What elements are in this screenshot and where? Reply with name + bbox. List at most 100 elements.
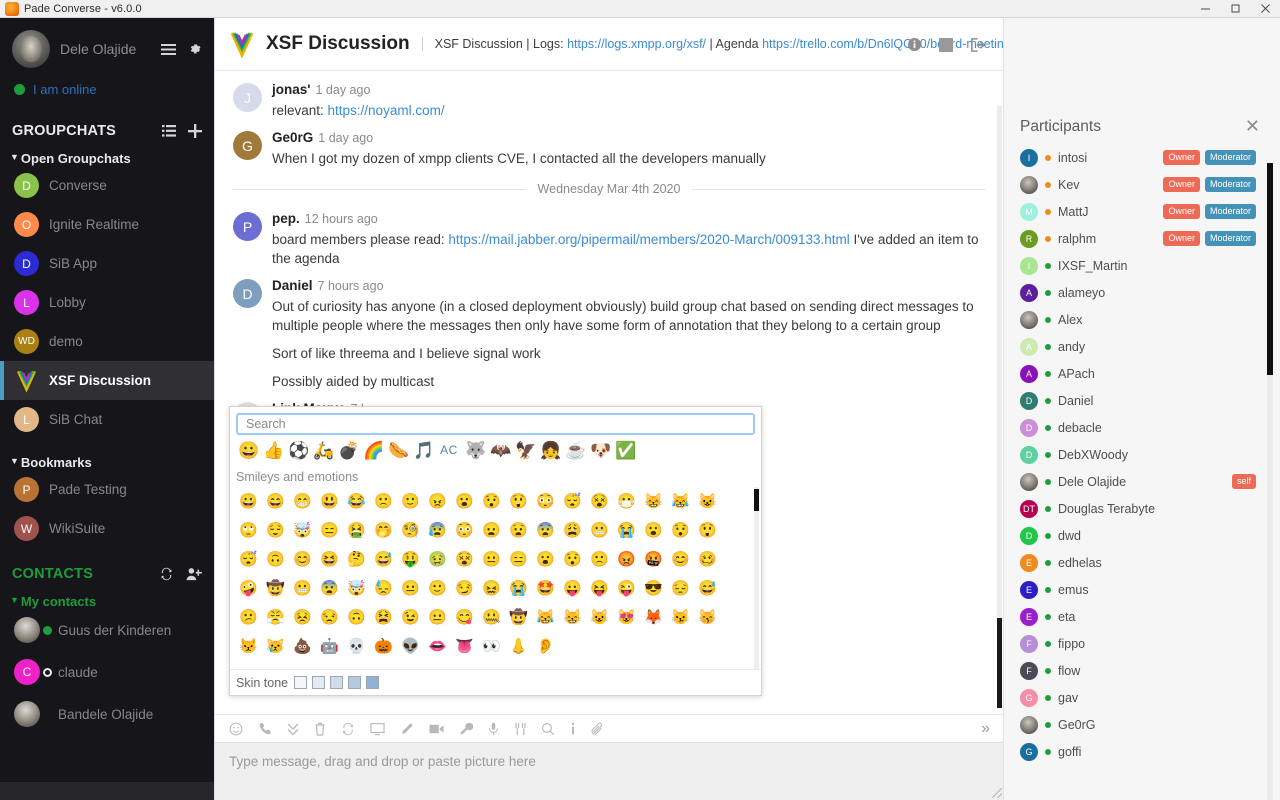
- skin-tone-swatch[interactable]: [294, 676, 308, 689]
- skin-tone-row[interactable]: Skin tone: [230, 669, 761, 695]
- emoji-cell[interactable]: 😯: [559, 545, 586, 574]
- sidebar-item-converse[interactable]: D Converse: [0, 166, 214, 205]
- participant-row[interactable]: DT Douglas Terabyte: [1020, 495, 1280, 522]
- chat-scrollbar[interactable]: [997, 106, 1002, 708]
- emoji-cell[interactable]: 🙃: [343, 603, 370, 632]
- emoji-cell[interactable]: 💩: [289, 632, 316, 661]
- emoji-cell[interactable]: 😹: [532, 603, 559, 632]
- emoji-category-tab[interactable]: 👧: [540, 442, 561, 459]
- hamburger-icon[interactable]: [161, 43, 176, 56]
- emoji-cell[interactable]: 😭: [613, 516, 640, 545]
- emoji-cell[interactable]: 🤬: [640, 545, 667, 574]
- emoji-cell[interactable]: 🙂: [397, 487, 424, 516]
- role-badge[interactable]: Moderator: [1204, 150, 1256, 165]
- emoji-cell[interactable]: 😄: [262, 487, 289, 516]
- emoji-cell[interactable]: 👃: [505, 632, 532, 661]
- emoji-cell[interactable]: 😀: [235, 487, 262, 516]
- emoji-cell[interactable]: 😛: [559, 574, 586, 603]
- emoji-cell[interactable]: 😴: [559, 487, 586, 516]
- close-icon[interactable]: ✕: [1245, 116, 1260, 137]
- role-badge[interactable]: Owner: [1163, 150, 1200, 165]
- emoji-cell[interactable]: 😸: [640, 487, 667, 516]
- role-badge[interactable]: Owner: [1163, 204, 1200, 219]
- participant-row[interactable]: Ggoffi: [1020, 738, 1280, 765]
- minimize-icon[interactable]: [1190, 0, 1220, 18]
- emoji-cell[interactable]: 🤐: [478, 603, 505, 632]
- chevrons-down-icon[interactable]: [287, 722, 299, 736]
- participants-scrollbar-thumb[interactable]: [1267, 163, 1273, 375]
- emoji-cell[interactable]: 😨: [532, 516, 559, 545]
- open-groupchats-header[interactable]: ▼ Open Groupchats: [0, 151, 214, 166]
- info-icon[interactable]: [907, 37, 922, 52]
- sidebar-item-demo[interactable]: WD demo: [0, 322, 214, 361]
- emoji-category-tab[interactable]: 🦇: [490, 442, 511, 459]
- emoji-cell[interactable]: 👀: [478, 632, 505, 661]
- emoji-cell[interactable]: 😨: [316, 574, 343, 603]
- emoji-cell[interactable]: 🎃: [370, 632, 397, 661]
- add-user-icon[interactable]: [186, 567, 202, 581]
- close-icon[interactable]: [1250, 0, 1280, 18]
- chat-scrollbar-thumb[interactable]: [997, 618, 1002, 708]
- contact-item-bandele-olajide[interactable]: Bandele Olajide: [0, 693, 214, 735]
- trash-icon[interactable]: [314, 722, 326, 736]
- emoji-cell[interactable]: 👂: [532, 632, 559, 661]
- participant-row[interactable]: Ggav: [1020, 684, 1280, 711]
- emoji-category-tab[interactable]: 🎵: [413, 442, 434, 459]
- refresh-icon[interactable]: [341, 722, 355, 736]
- skin-tone-swatches[interactable]: [294, 676, 380, 689]
- emoji-cell[interactable]: 😑: [505, 545, 532, 574]
- emoji-cell[interactable]: 🤪: [235, 574, 262, 603]
- participant-row[interactable]: Iintosi Owner Moderator: [1020, 144, 1280, 171]
- emoji-cell[interactable]: 😮: [532, 545, 559, 574]
- emoji-cell[interactable]: 😕: [235, 603, 262, 632]
- contact-item-guus-der-kinderen[interactable]: Guus der Kinderen: [0, 609, 214, 651]
- emoji-cell[interactable]: 😑: [316, 516, 343, 545]
- emoji-category-tabs[interactable]: 😀 👍 ⚽ 🛵 💣 🌈 🌭 🎵 AC 🐺 🦇 🦅 👧 ☕ 🐶 ✅: [230, 435, 761, 465]
- emoji-cell[interactable]: 🤭: [370, 516, 397, 545]
- emoji-scrollbar-thumb[interactable]: [754, 489, 759, 511]
- resize-grip-icon[interactable]: [992, 788, 1002, 798]
- emoji-cell[interactable]: 😳: [532, 487, 559, 516]
- emoji-cell[interactable]: 👄: [424, 632, 451, 661]
- role-badge[interactable]: Moderator: [1204, 177, 1256, 192]
- emoji-search-input[interactable]: Search: [236, 413, 755, 435]
- emoji-cell[interactable]: 😤: [262, 603, 289, 632]
- emoji-cell[interactable]: 👽: [397, 632, 424, 661]
- emoji-cell[interactable]: 😬: [586, 516, 613, 545]
- participant-row[interactable]: Alex: [1020, 306, 1280, 333]
- emoji-cell[interactable]: 😊: [667, 545, 694, 574]
- participant-row[interactable]: Aandy: [1020, 333, 1280, 360]
- participant-row[interactable]: Fflow: [1020, 657, 1280, 684]
- sidebar-item-lobby[interactable]: L Lobby: [0, 283, 214, 322]
- message-link[interactable]: https://noyaml.com/: [328, 103, 445, 118]
- emoji-cell[interactable]: 🤯: [289, 516, 316, 545]
- emoji-cell[interactable]: 😮: [451, 487, 478, 516]
- sidebar-item-sib-app[interactable]: D SiB App: [0, 244, 214, 283]
- participant-row[interactable]: Ddwd: [1020, 522, 1280, 549]
- role-badge[interactable]: Moderator: [1204, 204, 1256, 219]
- emoji-cell[interactable]: 😫: [370, 603, 397, 632]
- sidebar-item-ignite-realtime[interactable]: O Ignite Realtime: [0, 205, 214, 244]
- emoji-cell[interactable]: 🤖: [316, 632, 343, 661]
- emoji-cell[interactable]: 😸: [559, 603, 586, 632]
- role-badge[interactable]: Owner: [1163, 177, 1200, 192]
- emoji-cell[interactable]: 😾: [235, 632, 262, 661]
- emoji-cell[interactable]: 🦊: [640, 603, 667, 632]
- gear-icon[interactable]: [188, 42, 202, 56]
- emoji-cell[interactable]: 🤯: [343, 574, 370, 603]
- square-icon[interactable]: [938, 37, 954, 53]
- emoji-category-tab[interactable]: 😀: [238, 442, 259, 459]
- emoji-cell[interactable]: 💀: [343, 632, 370, 661]
- my-contacts-header[interactable]: ▼ My contacts: [0, 594, 214, 609]
- participant-row[interactable]: D DebXWoody: [1020, 441, 1280, 468]
- participant-row[interactable]: A APach: [1020, 360, 1280, 387]
- participants-scrollbar[interactable]: [1267, 163, 1273, 800]
- emoji-cell[interactable]: 😯: [667, 516, 694, 545]
- emoji-cell[interactable]: 😳: [451, 516, 478, 545]
- emoji-cell[interactable]: 😷: [613, 487, 640, 516]
- emoji-cell[interactable]: 🙂: [424, 574, 451, 603]
- emoji-cell[interactable]: 😴: [235, 545, 262, 574]
- emoji-cell[interactable]: 😆: [316, 545, 343, 574]
- emoji-cell[interactable]: 😉: [397, 603, 424, 632]
- emoji-category-tab[interactable]: 🛵: [313, 442, 334, 459]
